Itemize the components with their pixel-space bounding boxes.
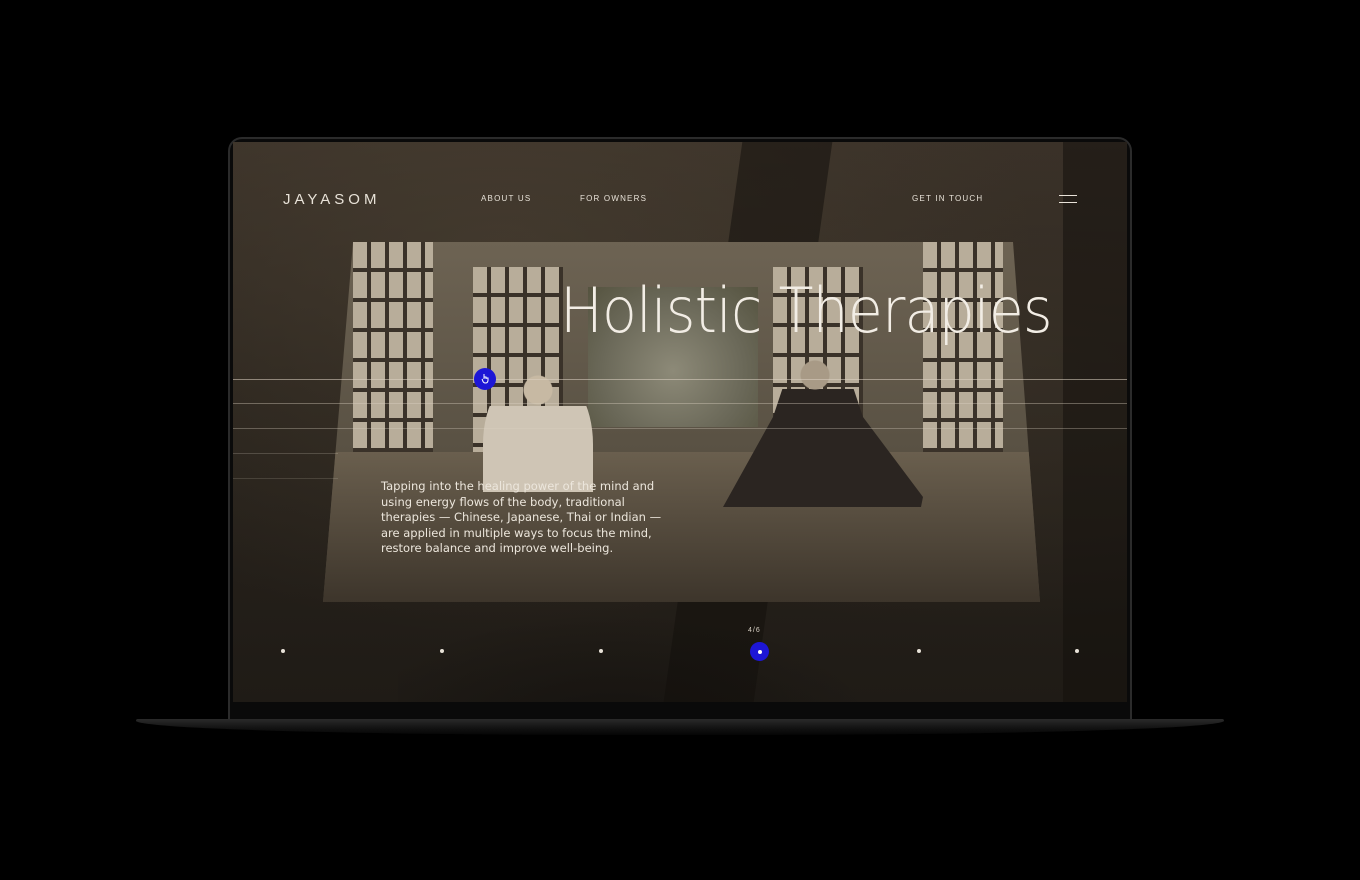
cursor-follower (474, 368, 496, 390)
pager-dot-2[interactable] (440, 649, 444, 653)
decor-line (233, 379, 1127, 380)
decor-line (233, 453, 338, 454)
nav-get-in-touch[interactable]: GET IN TOUCH (912, 194, 983, 203)
foreground-shadow (398, 612, 878, 702)
hand-pointer-icon (481, 374, 489, 384)
hero-description: Tapping into the healing power of the mi… (381, 479, 662, 555)
decor-line (233, 403, 1127, 404)
decor-line (233, 478, 338, 479)
decor-line (233, 428, 1127, 429)
pager-dot-5[interactable] (917, 649, 921, 653)
pager-dot-6[interactable] (1075, 649, 1079, 653)
pager-dot-3[interactable] (599, 649, 603, 653)
pager-counter: 4/6 (748, 627, 761, 634)
site-logo[interactable]: JAYASOM (283, 191, 380, 208)
nav-for-owners[interactable]: FOR OWNERS (580, 194, 647, 203)
laptop-base (136, 719, 1224, 735)
background-shadow (1063, 142, 1127, 702)
pager-dot-4-active[interactable] (750, 642, 769, 661)
hamburger-menu-icon[interactable] (1059, 195, 1077, 203)
website-screen: JAYASOM ABOUT US FOR OWNERS GET IN TOUCH… (233, 142, 1127, 702)
pager-dot-1[interactable] (281, 649, 285, 653)
nav-about-us[interactable]: ABOUT US (481, 194, 531, 203)
hero-title: Holistic Therapies (560, 274, 1053, 347)
